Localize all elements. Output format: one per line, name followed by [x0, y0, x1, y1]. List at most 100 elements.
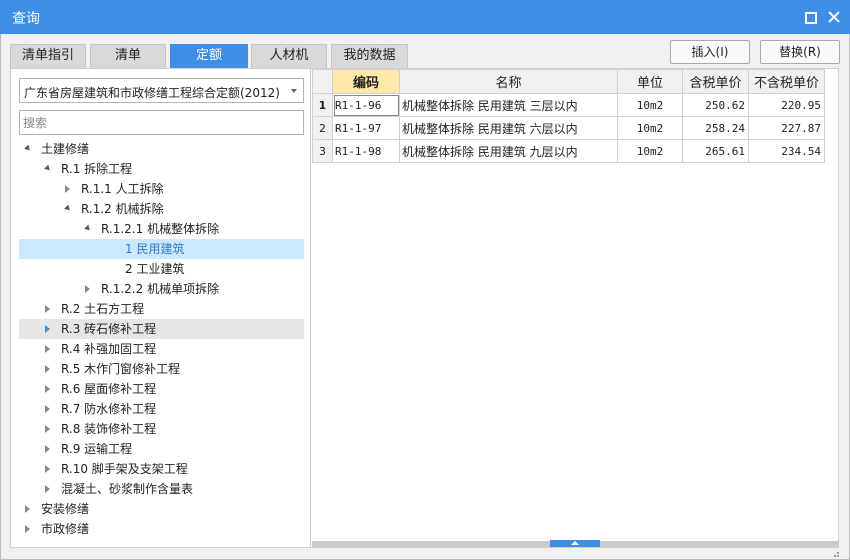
row-number: 2: [312, 116, 333, 140]
tree-item[interactable]: 市政修缮: [19, 519, 304, 539]
collapse-arrow-icon[interactable]: [45, 385, 50, 393]
tab-bill[interactable]: 清单: [90, 44, 166, 68]
cell-price-notax[interactable]: 220.95: [748, 93, 825, 117]
collapse-arrow-icon[interactable]: [65, 185, 70, 193]
tree-item-label: R.8 装饰修补工程: [61, 422, 157, 436]
resize-grip-icon[interactable]: [830, 548, 840, 558]
tree-item[interactable]: 安装修缮: [19, 499, 304, 519]
tree-item-label: R.6 屋面修补工程: [61, 382, 157, 396]
cell-code[interactable]: R1-1-97: [332, 116, 400, 140]
table-row[interactable]: 3 R1-1-98 机械整体拆除 民用建筑 九层以内 10m2 265.61 2…: [312, 139, 825, 163]
tab-bill-guide[interactable]: 清单指引: [10, 44, 86, 68]
header-corner: [312, 69, 333, 94]
tree-item-label: R.10 脚手架及支架工程: [61, 462, 188, 476]
collapse-arrow-icon[interactable]: [25, 505, 30, 513]
cell-name[interactable]: 机械整体拆除 民用建筑 九层以内: [399, 139, 618, 163]
collapse-arrow-icon[interactable]: [45, 445, 50, 453]
tree-item[interactable]: R.1.2.1 机械整体拆除: [19, 219, 304, 239]
table-row[interactable]: 1 R1-1-96 机械整体拆除 民用建筑 三层以内 10m2 250.62 2…: [312, 93, 825, 117]
tree-item[interactable]: R.8 装饰修补工程: [19, 419, 304, 439]
column-header-price-tax[interactable]: 含税单价: [682, 69, 749, 94]
tab-materials[interactable]: 人材机: [251, 44, 327, 68]
tree-item-label: R.7 防水修补工程: [61, 402, 157, 416]
tree-item[interactable]: R.10 脚手架及支架工程: [19, 459, 304, 479]
collapse-arrow-icon[interactable]: [45, 345, 50, 353]
column-header-code[interactable]: 编码: [332, 69, 400, 94]
column-header-unit[interactable]: 单位: [617, 69, 683, 94]
tree-item-label: R.2 土石方工程: [61, 302, 145, 316]
close-icon[interactable]: [826, 9, 842, 25]
table-header-row: 编码 名称 单位 含税单价 不含税单价: [312, 69, 825, 94]
chevron-down-icon[interactable]: [291, 89, 297, 93]
cell-code[interactable]: R1-1-98: [332, 139, 400, 163]
tree-item-label: 土建修缮: [41, 142, 90, 156]
restore-icon[interactable]: [802, 9, 818, 25]
expand-arrow-icon[interactable]: [64, 204, 72, 213]
column-header-price-notax[interactable]: 不含税单价: [748, 69, 825, 94]
cell-price-notax[interactable]: 234.54: [748, 139, 825, 163]
library-select[interactable]: 广东省房屋建筑和市政修缮工程综合定额(2012): [19, 78, 304, 103]
collapse-arrow-icon[interactable]: [45, 485, 50, 493]
window-title: 查询: [12, 11, 40, 27]
tree-item[interactable]: R.1.2 机械拆除: [19, 199, 304, 219]
collapse-arrow-icon[interactable]: [45, 365, 50, 373]
column-header-name[interactable]: 名称: [399, 69, 618, 94]
tree-item-label: R.1 拆除工程: [61, 162, 133, 176]
tab-my-data[interactable]: 我的数据: [331, 44, 408, 68]
tree-item[interactable]: R.5 木作门窗修补工程: [19, 359, 304, 379]
tree-item-label: 1 民用建筑: [125, 242, 185, 256]
tree-item[interactable]: R.4 补强加固工程: [19, 339, 304, 359]
tree-item-label: R.4 补强加固工程: [61, 342, 157, 356]
insert-button[interactable]: 插入(I): [670, 40, 750, 64]
tree-item[interactable]: R.6 屋面修补工程: [19, 379, 304, 399]
expand-arrow-icon[interactable]: [44, 164, 52, 173]
row-number: 1: [312, 93, 333, 117]
tree-item-label: 市政修缮: [41, 522, 90, 536]
tree-item-label: R.1.2.2 机械单项拆除: [101, 282, 220, 296]
cell-price-tax[interactable]: 265.61: [682, 139, 749, 163]
cell-price-notax[interactable]: 227.87: [748, 116, 825, 140]
cell-price-tax[interactable]: 258.24: [682, 116, 749, 140]
collapse-arrow-icon[interactable]: [45, 465, 50, 473]
tree-item-label: 混凝土、砂浆制作含量表: [61, 482, 194, 496]
search-input[interactable]: [19, 110, 304, 135]
tab-quota[interactable]: 定额: [170, 44, 248, 68]
tree-item[interactable]: 土建修缮: [19, 139, 304, 159]
tree-item[interactable]: R.9 运输工程: [19, 439, 304, 459]
tree-item-label: R.3 砖石修补工程: [61, 322, 157, 336]
library-select-value: 广东省房屋建筑和市政修缮工程综合定额(2012): [24, 86, 280, 100]
results-table: 编码 名称 单位 含税单价 不含税单价 1 R1-1-96 机械整体拆除 民用建…: [312, 69, 825, 163]
cell-name[interactable]: 机械整体拆除 民用建筑 三层以内: [399, 93, 618, 117]
tree-item[interactable]: R.2 土石方工程: [19, 299, 304, 319]
expand-arrow-icon[interactable]: [24, 144, 32, 153]
cell-unit[interactable]: 10m2: [617, 139, 683, 163]
tree-item[interactable]: R.1.1 人工拆除: [19, 179, 304, 199]
panel-collapse-handle[interactable]: [550, 540, 600, 547]
cell-code[interactable]: R1-1-96: [332, 93, 400, 117]
tree-item[interactable]: R.3 砖石修补工程: [19, 319, 304, 339]
tree-item-label: R.1.2 机械拆除: [81, 202, 164, 216]
expand-arrow-icon[interactable]: [84, 224, 92, 233]
collapse-arrow-icon[interactable]: [45, 325, 50, 333]
cell-name[interactable]: 机械整体拆除 民用建筑 六层以内: [399, 116, 618, 140]
title-bar: 查询: [0, 0, 850, 34]
tree-item[interactable]: R.1 拆除工程: [19, 159, 304, 179]
cell-price-tax[interactable]: 250.62: [682, 93, 749, 117]
collapse-arrow-icon[interactable]: [45, 425, 50, 433]
tree-item[interactable]: 混凝土、砂浆制作含量表: [19, 479, 304, 499]
tree-item[interactable]: 2 工业建筑: [19, 259, 304, 279]
tree-item[interactable]: R.1.2.2 机械单项拆除: [19, 279, 304, 299]
tree-item-label: R.5 木作门窗修补工程: [61, 362, 181, 376]
collapse-arrow-icon[interactable]: [45, 405, 50, 413]
table-row[interactable]: 2 R1-1-97 机械整体拆除 民用建筑 六层以内 10m2 258.24 2…: [312, 116, 825, 140]
collapse-arrow-icon[interactable]: [45, 305, 50, 313]
replace-button[interactable]: 替换(R): [760, 40, 840, 64]
tree-item[interactable]: R.7 防水修补工程: [19, 399, 304, 419]
cell-unit[interactable]: 10m2: [617, 116, 683, 140]
collapse-arrow-icon[interactable]: [85, 285, 90, 293]
collapse-arrow-icon[interactable]: [25, 525, 30, 533]
cell-unit[interactable]: 10m2: [617, 93, 683, 117]
tree-item-label: 安装修缮: [41, 502, 90, 516]
tree-item-label: 2 工业建筑: [125, 262, 185, 276]
tree-item[interactable]: 1 民用建筑: [19, 239, 304, 259]
